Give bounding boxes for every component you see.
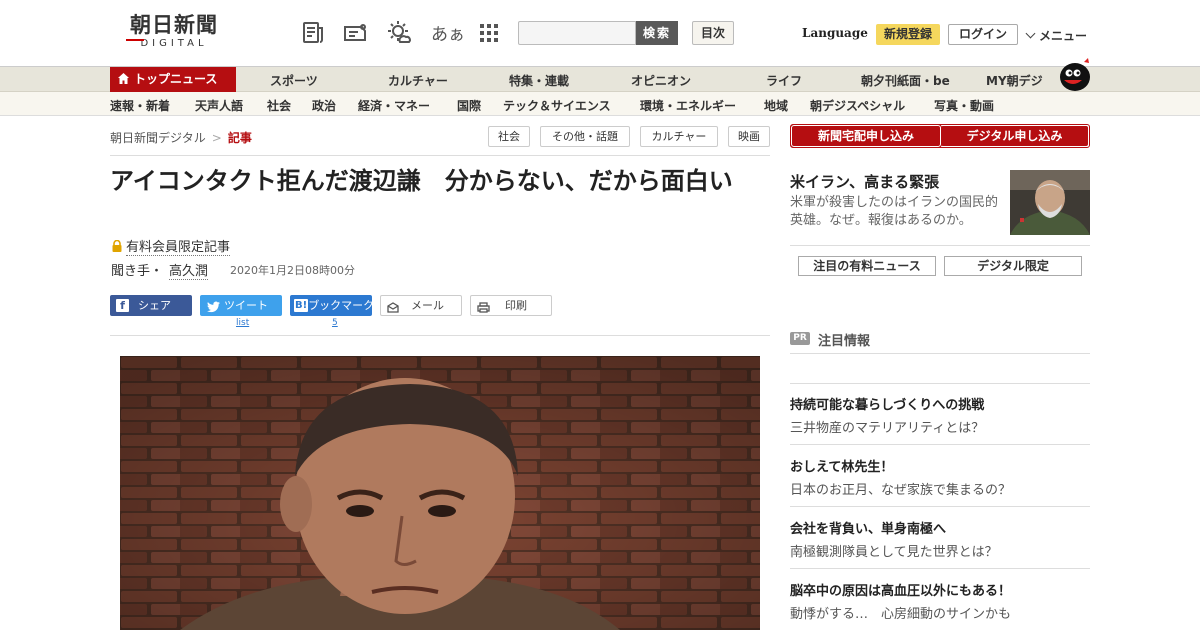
hatena-bookmark-label: ブックマーク xyxy=(308,299,375,312)
twitter-tweet-button[interactable]: ツイート xyxy=(200,295,282,316)
divider xyxy=(110,155,770,156)
print-label: 印刷 xyxy=(505,299,527,312)
lock-icon xyxy=(112,239,122,252)
pr-item-desc[interactable]: 三井物産のマテリアリティとは？ xyxy=(790,417,984,436)
subnav-tenseijingo[interactable]: 天声人語 xyxy=(195,97,243,114)
language-link[interactable]: Language xyxy=(802,26,868,40)
nav-item-label: トップニュース xyxy=(134,72,218,86)
signup-button[interactable]: 新規登録 xyxy=(876,24,940,45)
hatena-count[interactable]: 5 xyxy=(332,318,338,328)
divider xyxy=(790,444,1090,445)
feature-description[interactable]: 米軍が殺害したのはイランの国民的英雄。なぜ。報復はあるのか。 xyxy=(790,194,1004,230)
newspaper-icon[interactable] xyxy=(300,20,326,46)
pr-heading: 注目情報 xyxy=(818,334,871,349)
apps-grid-icon[interactable] xyxy=(476,20,502,46)
divider xyxy=(790,383,1090,384)
menu-button[interactable]: メニュー xyxy=(1025,27,1088,44)
subscribe-digital-button[interactable]: デジタル申し込み xyxy=(941,126,1088,146)
nav-item-sports[interactable]: スポーツ xyxy=(270,72,318,89)
home-icon xyxy=(118,68,129,93)
byline-label: 聞き手・ xyxy=(111,264,164,279)
subnav-environment[interactable]: 環境・エネルギー xyxy=(640,97,736,114)
pr-item-title[interactable]: 脳卒中の原因は高血圧以外にもある！ xyxy=(790,580,1011,599)
scrap-icon[interactable] xyxy=(342,20,368,46)
pr-item-desc[interactable]: 日本のお正月、なぜ家族で集まるの？ xyxy=(790,479,1011,498)
tag-society[interactable]: 社会 xyxy=(488,126,530,147)
nav-item-culture[interactable]: カルチャー xyxy=(388,72,448,89)
feature-thumbnail[interactable] xyxy=(1010,170,1090,235)
byline-author[interactable]: 高久潤 xyxy=(169,264,209,280)
nav-item-my-asahi[interactable]: MY朝デジ xyxy=(986,72,1043,89)
breadcrumb-current: 記事 xyxy=(227,131,252,145)
divider xyxy=(110,335,770,336)
subnav-special[interactable]: 朝デジスペシャル xyxy=(810,97,905,114)
tab-premium-news[interactable]: 注目の有料ニュース xyxy=(798,256,936,276)
tag-other[interactable]: その他・話題 xyxy=(540,126,630,147)
twitter-tweet-label: ツイート xyxy=(224,299,268,312)
nav-item-opinion[interactable]: オピニオン xyxy=(631,72,691,89)
nav-item-features[interactable]: 特集・連載 xyxy=(509,72,569,89)
subnav-photo-video[interactable]: 写真・動画 xyxy=(934,97,994,114)
logo-accent xyxy=(126,39,144,41)
publish-date: 2020年1月2日08時00分 xyxy=(230,264,355,277)
subnav-economy[interactable]: 経済・マネー xyxy=(358,97,430,114)
subnav-international[interactable]: 国際 xyxy=(457,97,481,114)
byline: 聞き手・ 高久潤 xyxy=(111,260,209,280)
divider xyxy=(790,568,1090,569)
breadcrumb-separator: > xyxy=(211,131,222,145)
search-button[interactable]: 検索 xyxy=(636,21,678,45)
divider xyxy=(790,245,1090,246)
subnav-society[interactable]: 社会 xyxy=(267,97,291,114)
menu-label: メニュー xyxy=(1039,29,1088,43)
pr-item-desc[interactable]: 南極観測隊員として見た世界とは？ xyxy=(790,541,998,560)
logo-title: 朝日新聞 xyxy=(130,12,218,37)
font-size-icon[interactable]: あぁ xyxy=(431,20,465,45)
mascot-icon[interactable] xyxy=(1056,56,1092,92)
nav-item-life[interactable]: ライフ xyxy=(766,72,802,89)
toc-button[interactable]: 目次 xyxy=(692,21,734,45)
pr-item-title[interactable]: 会社を背負い、単身南極へ xyxy=(790,518,946,537)
tag-movie[interactable]: 映画 xyxy=(728,126,770,147)
mail-share-button[interactable]: メール xyxy=(380,295,462,316)
pr-item-title[interactable]: 持続可能な暮らしづくりへの挑戦 xyxy=(790,394,984,413)
divider xyxy=(790,506,1090,507)
member-only-text: 有料会員限定記事 xyxy=(126,240,231,256)
print-button[interactable]: 印刷 xyxy=(470,295,552,316)
pr-item-title[interactable]: おしえて林先生！ xyxy=(790,456,893,475)
mail-icon xyxy=(387,300,399,319)
subnav-regional[interactable]: 地域 xyxy=(764,97,788,114)
facebook-share-label: シェア xyxy=(138,299,171,312)
search-input[interactable] xyxy=(518,21,636,45)
twitter-count[interactable]: list xyxy=(236,318,249,328)
breadcrumb: 朝日新聞デジタル > 記事 xyxy=(110,129,252,146)
hatena-icon: B! xyxy=(294,299,309,312)
facebook-share-button[interactable]: f シェア xyxy=(110,295,192,316)
asahi-logo[interactable]: 朝日新聞 DIGITAL xyxy=(118,14,230,54)
tag-culture[interactable]: カルチャー xyxy=(640,126,718,147)
tab-digital-only[interactable]: デジタル限定 xyxy=(944,256,1082,276)
chevron-down-icon xyxy=(1025,28,1036,39)
facebook-icon: f xyxy=(116,299,129,312)
pr-item-desc[interactable]: 動悸がする… 心房細動のサインかも xyxy=(790,603,1011,622)
subnav-tech-science[interactable]: テック＆サイエンス xyxy=(503,97,611,114)
breadcrumb-home[interactable]: 朝日新聞デジタル xyxy=(110,131,206,145)
article-photo[interactable] xyxy=(120,356,760,630)
divider xyxy=(790,353,1090,354)
subnav-politics[interactable]: 政治 xyxy=(312,97,336,114)
feature-title[interactable]: 米イラン、高まる緊張 xyxy=(790,171,939,192)
printer-icon xyxy=(477,300,490,319)
nav-item-print-edition[interactable]: 朝夕刊紙面・be xyxy=(861,72,950,89)
twitter-icon xyxy=(207,299,220,320)
subscribe-home-delivery-button[interactable]: 新聞宅配申し込み xyxy=(790,124,942,148)
mail-share-label: メール xyxy=(411,299,444,312)
login-button[interactable]: ログイン xyxy=(948,24,1018,45)
weather-icon[interactable] xyxy=(386,20,412,46)
nav-item-top-news[interactable]: トップニュース xyxy=(110,67,236,92)
pr-badge: PR xyxy=(790,332,810,345)
subnav-breaking[interactable]: 速報・新着 xyxy=(110,97,170,114)
member-only-label[interactable]: 有料会員限定記事 xyxy=(112,236,231,256)
hatena-bookmark-button[interactable]: B!ブックマーク xyxy=(290,295,375,316)
article-title: アイコンタクト拒んだ渡辺謙 分からない、だから面白い xyxy=(110,167,733,195)
